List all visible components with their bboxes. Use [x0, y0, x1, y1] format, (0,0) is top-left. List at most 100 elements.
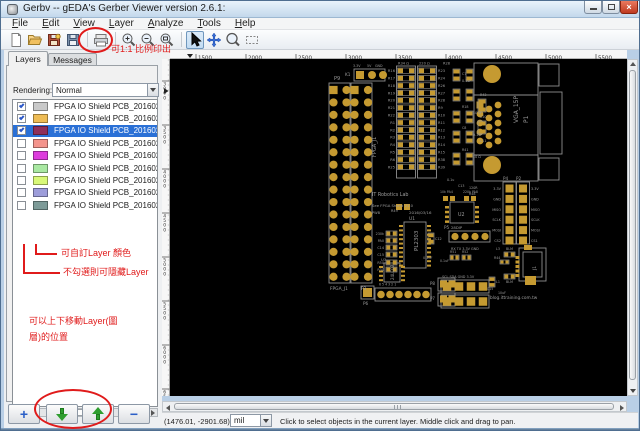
svg-text:R6: R6: [390, 158, 395, 162]
menu-view[interactable]: View: [66, 18, 102, 30]
layer-row[interactable]: FPGA IO Shield PCB_20160225-: [13, 174, 157, 186]
print-button[interactable]: [92, 31, 110, 49]
title-bar[interactable]: Gerbv -- gEDA's Gerber Viewer version 2.…: [1, 1, 639, 18]
unit-combo-button[interactable]: [260, 415, 271, 426]
scroll-down-icon[interactable]: [629, 387, 636, 395]
layer-visibility-checkbox[interactable]: [17, 188, 26, 198]
svg-text:K1: K1: [345, 72, 351, 77]
maximize-button[interactable]: [602, 1, 620, 14]
pan-button[interactable]: [205, 31, 223, 49]
svg-text:R22: R22: [388, 113, 395, 117]
menu-help[interactable]: Help: [228, 18, 263, 30]
move-layer-down-button[interactable]: [46, 404, 78, 424]
svg-text:R51: R51: [450, 250, 456, 254]
scroll-right-icon[interactable]: [617, 404, 626, 411]
svg-text:5000: 5000: [163, 258, 166, 278]
layer-color-swatch[interactable]: [33, 101, 48, 111]
layer-row[interactable]: FPGA IO Shield PCB_20160225-: [13, 150, 157, 162]
layer-visibility-checkbox[interactable]: [17, 200, 26, 210]
menu-file[interactable]: File: [5, 18, 35, 30]
menu-tools[interactable]: Tools: [190, 18, 227, 30]
svg-text:R39: R39: [438, 165, 446, 169]
svg-text:R52: R52: [462, 250, 468, 254]
layer-label: FPGA IO Shield PCB_20160225-: [54, 114, 157, 124]
layer-row[interactable]: FPGA IO Shield PCB_20160225-: [13, 124, 157, 138]
layer-color-swatch[interactable]: [33, 126, 48, 136]
layer-row[interactable]: FPGA IO Shield PCB_20160225-: [13, 199, 157, 211]
svg-text:R49: R49: [391, 209, 398, 213]
layer-label: FPGA IO Shield PCB_20160225-: [54, 163, 157, 173]
layer-visibility-checkbox[interactable]: [17, 114, 26, 124]
remove-layer-button[interactable]: −: [118, 404, 150, 424]
svg-text:R23: R23: [438, 69, 445, 73]
layer-visibility-checkbox[interactable]: [17, 138, 26, 148]
svg-text:P6: P6: [363, 301, 369, 306]
layer-row[interactable]: FPGA IO Shield PCB_20160225-: [13, 187, 157, 199]
menu-layer[interactable]: Layer: [102, 18, 141, 30]
menu-analyze[interactable]: Analyze: [141, 18, 191, 30]
layer-row[interactable]: FPGA IO Shield PCB_20160225-: [13, 137, 157, 149]
layer-visibility-checkbox[interactable]: [17, 126, 26, 136]
svg-text:R5: R5: [390, 150, 395, 154]
svg-text:R12: R12: [438, 128, 445, 132]
pointer-button[interactable]: [186, 30, 204, 49]
scroll-thumb[interactable]: [174, 403, 614, 410]
layer-color-swatch[interactable]: [33, 188, 48, 198]
layer-color-swatch[interactable]: [33, 114, 48, 124]
zoom-button[interactable]: [224, 31, 242, 49]
scroll-up-icon[interactable]: [629, 60, 636, 68]
move-layer-up-button[interactable]: [82, 404, 114, 424]
layer-color-swatch[interactable]: [33, 200, 48, 210]
svg-text:blog.ittraining.com.tw: blog.ittraining.com.tw: [490, 295, 538, 301]
layer-visibility-checkbox[interactable]: [17, 163, 26, 173]
svg-text:BLM: BLM: [506, 247, 513, 251]
revert-button[interactable]: [45, 31, 63, 49]
menu-edit[interactable]: Edit: [35, 18, 66, 30]
scroll-thumb[interactable]: [629, 70, 636, 380]
layer-visibility-checkbox[interactable]: [17, 101, 26, 111]
layer-row[interactable]: FPGA IO Shield PCB_20160225-: [13, 112, 157, 124]
layer-color-swatch[interactable]: [33, 138, 48, 148]
svg-text:CS2: CS2: [494, 239, 501, 243]
save-icon: [67, 33, 79, 46]
close-button[interactable]: ×: [620, 1, 638, 14]
layer-visibility-checkbox[interactable]: [17, 151, 26, 161]
scroll-left-icon[interactable]: [163, 404, 172, 411]
svg-text:BLM: BLM: [506, 280, 513, 284]
svg-text:R18: R18: [462, 105, 469, 109]
svg-text:220k PA8: 220k PA8: [463, 190, 478, 194]
svg-text:R27: R27: [438, 91, 445, 95]
horizontal-scrollbar[interactable]: [162, 401, 627, 412]
svg-text:R4: R4: [390, 143, 395, 147]
vertical-ruler: 30003500400045005000550060006500: [162, 59, 170, 409]
rendering-combo[interactable]: Normal: [52, 83, 159, 97]
open-button[interactable]: [26, 31, 44, 49]
new-button[interactable]: [7, 31, 25, 49]
svg-text:L3: L3: [496, 247, 500, 251]
tab-layers[interactable]: Layers: [8, 51, 48, 66]
save-button[interactable]: [64, 31, 82, 49]
vertical-scrollbar[interactable]: [627, 59, 638, 396]
color-note-line: [35, 253, 57, 255]
svg-text:R44: R44: [494, 256, 500, 260]
svg-text:R14: R14: [438, 143, 446, 147]
svg-text:R34 Ω: R34 Ω: [398, 62, 409, 66]
layer-color-swatch[interactable]: [33, 151, 48, 161]
layer-visibility-checkbox[interactable]: [17, 176, 26, 186]
layer-color-swatch[interactable]: [33, 163, 48, 173]
layer-row[interactable]: FPGA IO Shield PCB_20160225-: [13, 162, 157, 174]
hide-note-line: [23, 244, 25, 274]
svg-text:U2: U2: [458, 212, 465, 218]
measure-button[interactable]: [243, 31, 261, 49]
rendering-combo-button[interactable]: [147, 84, 158, 96]
layer-color-swatch[interactable]: [33, 176, 48, 186]
minimize-button[interactable]: [584, 1, 602, 14]
unit-combo[interactable]: mil: [230, 414, 272, 427]
pcb-canvas[interactable]: R16 R23 R17 R24 R18 R26 R19 R27 R20 R28 R21 R9 R22 R1…: [170, 59, 627, 396]
rendering-label: Rendering:: [13, 86, 53, 95]
layer-row[interactable]: FPGA IO Shield PCB_20160225-: [13, 100, 157, 112]
add-layer-button[interactable]: +: [8, 404, 40, 424]
scroll-right-icon[interactable]: [149, 409, 157, 416]
svg-text:R26: R26: [438, 84, 446, 88]
svg-text:R11: R11: [438, 121, 445, 125]
